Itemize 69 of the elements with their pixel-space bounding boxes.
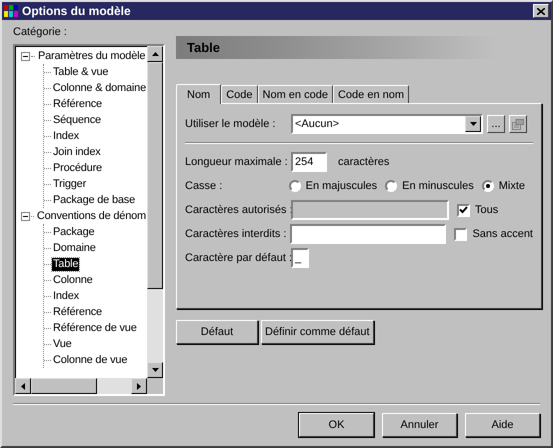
tree-item[interactable]: Domaine bbox=[52, 242, 97, 254]
field-label: Casse : bbox=[185, 180, 224, 192]
checkbox[interactable]: Sans accent bbox=[454, 228, 533, 240]
case-radio[interactable]: Mixte bbox=[482, 180, 525, 192]
dialog-button[interactable]: Annuler bbox=[382, 413, 457, 437]
field-label: Caractères interdits : bbox=[185, 228, 288, 240]
tab[interactable]: Nom en code bbox=[258, 85, 333, 103]
case-radio[interactable]: En majuscules bbox=[288, 180, 378, 192]
field-label: Utiliser le modèle : bbox=[185, 118, 276, 130]
tree-item[interactable]: Colonne & domaine bbox=[52, 82, 147, 94]
panel-button[interactable]: Définir comme défaut bbox=[261, 320, 374, 344]
close-icon bbox=[537, 8, 545, 14]
tree-item[interactable]: Colonne de vue bbox=[52, 354, 128, 366]
tree-item[interactable]: Paramètres du modèle bbox=[37, 50, 146, 62]
tree-item[interactable]: Trigger bbox=[52, 178, 88, 190]
case-radio[interactable]: En minuscules bbox=[385, 180, 474, 192]
tab[interactable]: Code bbox=[221, 85, 258, 103]
tree-item[interactable]: Table & vue bbox=[52, 66, 110, 78]
window-title: Options du modèle bbox=[22, 4, 132, 18]
check-icon bbox=[459, 206, 468, 214]
tree-item[interactable]: Index bbox=[52, 130, 80, 142]
dialog-button[interactable]: OK bbox=[299, 413, 374, 437]
panel-button[interactable]: Défaut bbox=[176, 320, 258, 344]
model-dropdown[interactable]: <Aucun> bbox=[291, 114, 483, 134]
input-field[interactable] bbox=[290, 224, 446, 244]
dialog-button[interactable]: Aide bbox=[465, 413, 540, 437]
tree-item[interactable]: Package de base bbox=[52, 194, 136, 206]
browse-button[interactable]: ... bbox=[487, 115, 505, 133]
scroll-thumb[interactable] bbox=[147, 62, 163, 289]
tab[interactable]: Nom bbox=[176, 84, 222, 104]
section-title: Table bbox=[187, 40, 220, 55]
caret-icon bbox=[470, 122, 476, 126]
scrollbar-corner bbox=[147, 378, 163, 394]
tree-item[interactable]: Package bbox=[52, 226, 96, 238]
app-icon bbox=[4, 5, 18, 17]
max-length-field[interactable]: 254 bbox=[291, 152, 327, 172]
tree-item[interactable]: Conventions de dénom bbox=[36, 210, 147, 222]
tree-item[interactable]: Séquence bbox=[52, 114, 102, 126]
up-arrow-icon bbox=[152, 52, 158, 56]
tree-item[interactable]: Join index bbox=[52, 146, 102, 158]
field-label: Caractère par défaut : bbox=[185, 252, 291, 264]
expander-icon[interactable] bbox=[21, 52, 30, 60]
unit-label: caractères bbox=[338, 156, 390, 168]
tree-item[interactable]: Procédure bbox=[52, 162, 103, 174]
tree-item[interactable]: Référence bbox=[52, 306, 103, 318]
tab[interactable]: Code en nom bbox=[332, 85, 410, 103]
left-arrow-icon bbox=[21, 382, 25, 390]
tree-item[interactable]: Référence de vue bbox=[52, 322, 138, 334]
expander-icon[interactable] bbox=[21, 212, 30, 220]
right-arrow-icon bbox=[137, 382, 141, 390]
scroll-right-button[interactable] bbox=[131, 378, 147, 394]
scroll-down-button[interactable] bbox=[147, 362, 163, 378]
category-label: Catégorie : bbox=[13, 26, 68, 40]
properties-button[interactable] bbox=[509, 115, 527, 133]
default-char-field[interactable]: _ bbox=[291, 248, 309, 268]
tree-item[interactable]: Vue bbox=[52, 338, 73, 350]
tree-item[interactable]: Table bbox=[52, 258, 80, 270]
scroll-up-button[interactable] bbox=[147, 46, 163, 62]
tree-item[interactable]: Colonne bbox=[52, 274, 94, 286]
properties-icon bbox=[512, 118, 524, 130]
vertical-scrollbar[interactable] bbox=[147, 46, 163, 378]
tree-item[interactable]: Référence bbox=[52, 98, 103, 110]
scroll-thumb[interactable] bbox=[31, 378, 97, 394]
down-arrow-icon bbox=[152, 368, 158, 372]
horizontal-scrollbar[interactable] bbox=[15, 378, 163, 394]
scroll-left-button[interactable] bbox=[15, 378, 31, 394]
close-button[interactable] bbox=[533, 4, 549, 18]
tree-item[interactable]: Index bbox=[52, 290, 80, 302]
field-label: Longueur maximale : bbox=[185, 156, 289, 168]
